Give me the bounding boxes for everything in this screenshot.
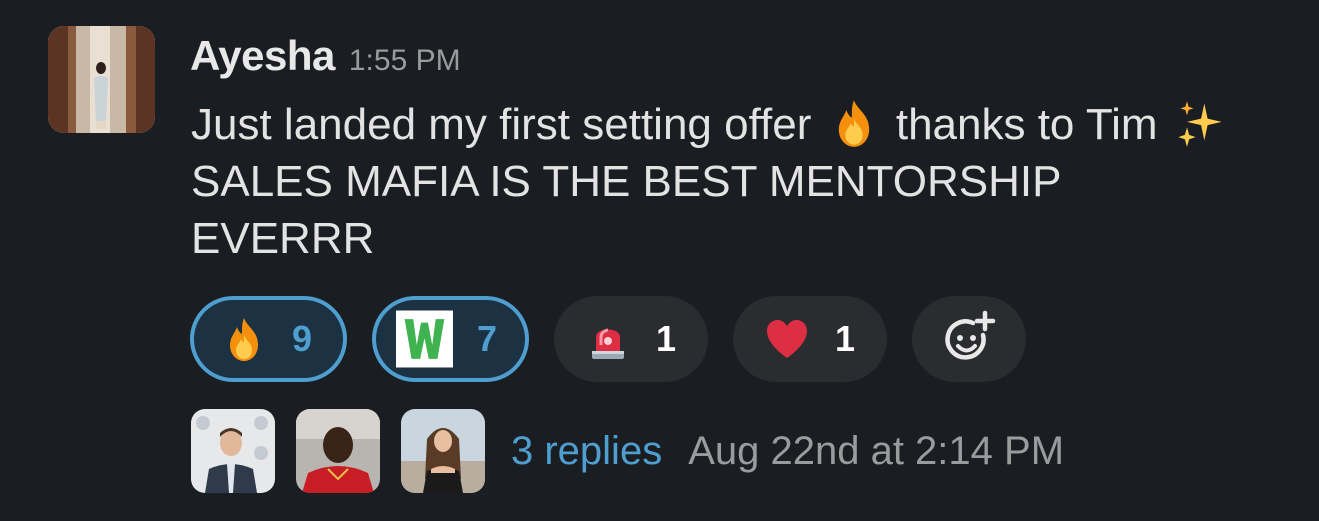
add-reaction-smiley-icon (945, 310, 996, 360)
reaction-count: 1 (656, 318, 677, 359)
reaction-count: 1 (835, 318, 856, 359)
thread-participant-avatar (296, 409, 380, 493)
reaction-heart[interactable]: 1 (733, 296, 887, 382)
reaction-w[interactable]: 7 (372, 296, 529, 382)
message-header: Ayesha 1:55 PM (190, 32, 461, 80)
thread-participant-avatar (401, 409, 485, 493)
reactions-bar: 9 7 1 1 (190, 296, 1026, 382)
fire-icon (230, 318, 258, 361)
red-heart-icon (767, 320, 807, 358)
thread-participant-avatar (191, 409, 275, 493)
thread-summary[interactable]: 3 replies Aug 22nd at 2:14 PM (191, 409, 1064, 493)
sparkles-emoji-icon (1178, 101, 1222, 147)
message-text-part-3: SALES MAFIA IS THE BEST MENTORSHIP EVERR… (191, 157, 1061, 263)
message-text-part-1: Just landed my first setting offer (191, 100, 812, 149)
message-text: Just landed my first setting offer thank… (191, 96, 1251, 267)
reaction-count: 9 (292, 318, 313, 359)
message-text-part-2: thanks to Tim (895, 100, 1158, 149)
reaction-count: 7 (476, 318, 497, 359)
reaction-rotating-light[interactable]: 1 (554, 296, 708, 382)
fire-emoji-icon (838, 100, 869, 147)
rotating-light-icon (592, 328, 624, 359)
w-letter-icon (396, 310, 453, 368)
last-reply-timestamp: Aug 22nd at 2:14 PM (688, 428, 1065, 473)
message: Ayesha 1:55 PM Just landed my first sett… (0, 0, 1319, 521)
add-reaction-button[interactable] (912, 296, 1026, 382)
author-avatar[interactable] (48, 26, 155, 133)
reaction-fire[interactable]: 9 (190, 296, 347, 382)
replies-link[interactable]: 3 replies (511, 429, 662, 474)
author-name[interactable]: Ayesha (190, 32, 335, 80)
message-timestamp[interactable]: 1:55 PM (349, 44, 461, 78)
